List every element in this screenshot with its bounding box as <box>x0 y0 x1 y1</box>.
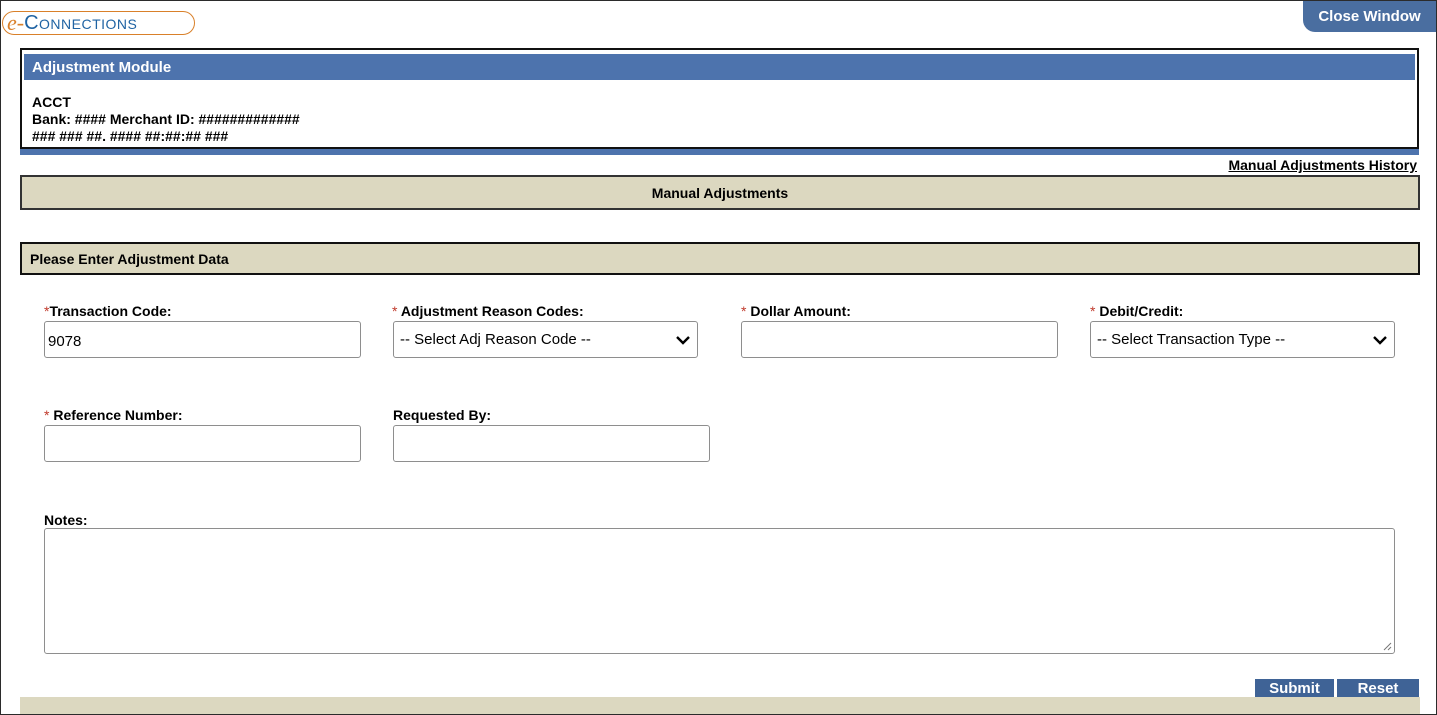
debit-credit-select[interactable]: -- Select Transaction Type -- <box>1090 321 1395 358</box>
debit-credit-label: * Debit/Credit: <box>1090 303 1184 319</box>
reset-button[interactable]: Reset <box>1337 679 1419 697</box>
close-window-button[interactable]: Close Window <box>1303 1 1436 32</box>
manual-adjustments-history-link[interactable]: Manual Adjustments History <box>1228 157 1417 173</box>
window-frame: e- Connections Close Window Adjustment M… <box>0 0 1437 715</box>
footer-bar <box>20 697 1420 714</box>
resize-grip-icon[interactable] <box>1382 641 1392 651</box>
reference-number-label: * Reference Number: <box>44 407 183 423</box>
transaction-code-value: 9078 <box>48 333 82 350</box>
notes-textarea[interactable] <box>44 528 1395 654</box>
requested-by-input[interactable] <box>393 425 710 462</box>
adjustment-reason-codes-label: * Adjustment Reason Codes: <box>392 303 584 319</box>
logo-text: Connections <box>24 12 138 34</box>
chevron-down-icon <box>1372 332 1388 348</box>
manual-adjustments-header: Manual Adjustments <box>20 175 1420 210</box>
bank-merchant-id: Bank: #### Merchant ID: ############# <box>32 111 300 127</box>
adjustment-module-panel: Adjustment Module ACCT Bank: #### Mercha… <box>20 48 1419 149</box>
transaction-code-label: *Transaction Code: <box>44 303 172 319</box>
dollar-amount-label: * Dollar Amount: <box>741 303 851 319</box>
account-type: ACCT <box>32 94 71 110</box>
notes-label: Notes: <box>44 512 88 528</box>
module-account-info: ACCT Bank: #### Merchant ID: ###########… <box>32 94 300 145</box>
transaction-type-selected: -- Select Transaction Type -- <box>1097 331 1286 348</box>
chevron-down-icon <box>675 332 691 348</box>
reason-code-selected: -- Select Adj Reason Code -- <box>400 331 591 348</box>
logo-prefix: e- <box>7 10 25 35</box>
transaction-code-input[interactable]: 9078 <box>44 321 361 358</box>
requested-by-label: Requested By: <box>393 407 492 423</box>
econnections-logo: e- Connections <box>2 11 195 35</box>
dollar-amount-input[interactable] <box>741 321 1058 358</box>
account-timestamp: ### ### ##. #### ##:##:## ### <box>32 128 229 144</box>
submit-button[interactable]: Submit <box>1255 679 1334 697</box>
adjustment-reason-code-select[interactable]: -- Select Adj Reason Code -- <box>393 321 698 358</box>
module-divider <box>20 149 1419 155</box>
enter-adjustment-data-header: Please Enter Adjustment Data <box>20 242 1420 275</box>
module-title: Adjustment Module <box>24 54 1415 80</box>
reference-number-input[interactable] <box>44 425 361 462</box>
